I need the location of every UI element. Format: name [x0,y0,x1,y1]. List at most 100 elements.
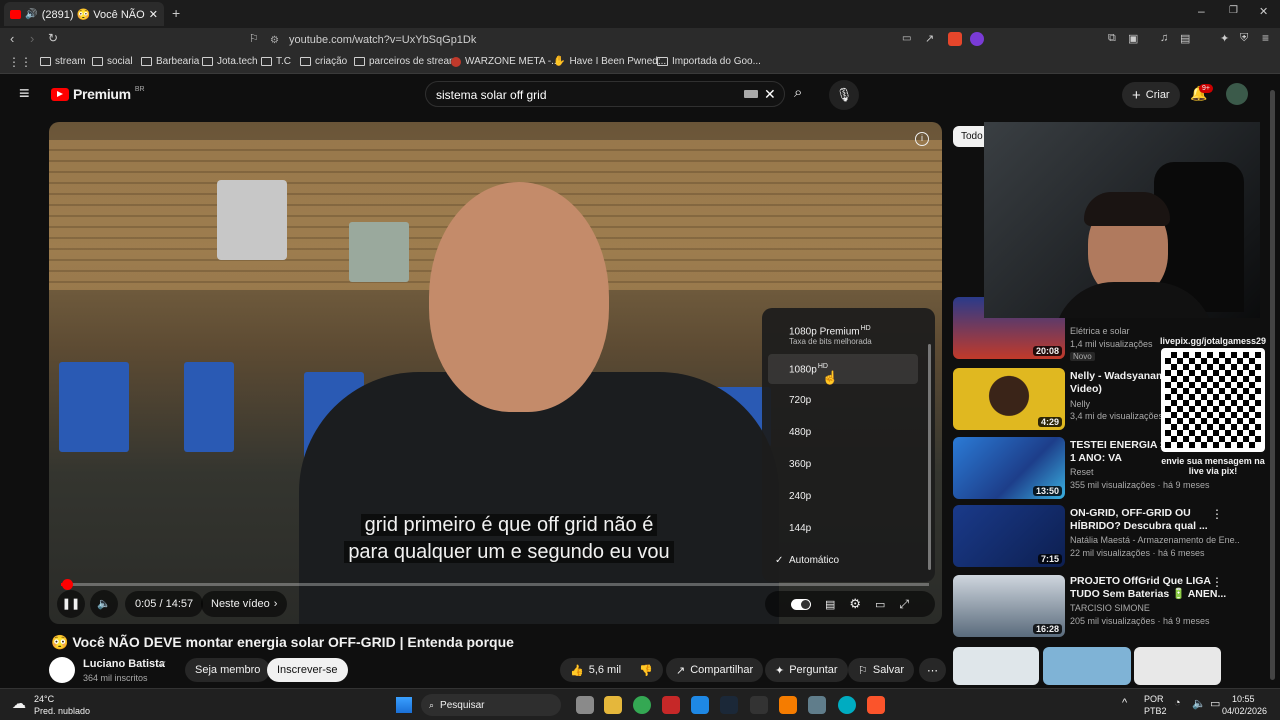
youtube-logo[interactable]: Premium BR [51,86,145,102]
chapter-button[interactable]: Neste vídeo › [201,591,288,617]
hamburger-icon[interactable]: ≡ [19,83,30,104]
progress-bar[interactable] [61,579,929,590]
app-cyan-icon[interactable] [838,696,856,714]
channel-name[interactable]: Luciano Batista [83,658,165,670]
shorts-thumbnail[interactable] [953,647,1039,685]
chrome-icon[interactable] [633,696,651,714]
clock-date[interactable]: 04/02/2026 [1222,706,1267,716]
steam-icon[interactable] [720,696,738,714]
dislike-button[interactable]: 👎 [629,658,663,682]
video-title[interactable]: ON-GRID, OFF-GRID OU HÍBRIDO? Descubra q… [1070,507,1230,533]
video-thumbnail[interactable]: 7:15 [953,505,1065,567]
file-explorer-icon[interactable] [604,696,622,714]
like-button[interactable]: 👍 5,6 mil [560,658,632,682]
bookmark-parceiros[interactable]: parceiros de stream [354,56,457,67]
autoplay-toggle[interactable] [790,598,811,610]
quality-option[interactable]: 144p [789,523,919,543]
app-red-icon[interactable] [662,696,680,714]
miniplayer-icon[interactable]: ▭ [875,598,885,611]
shorts-thumbnail[interactable] [1134,647,1221,685]
quality-option[interactable]: 720p [789,395,919,415]
ask-button[interactable]: ✦ Perguntar [765,658,848,682]
shorts-thumbnail[interactable] [1043,647,1131,685]
site-info-icon[interactable]: ⚙ [270,35,279,46]
bookmark-warzone[interactable]: WARZONE META -... [451,56,559,67]
share-button[interactable]: ↗ Compartilhar [666,658,764,682]
settings-icon[interactable]: ⚙ [849,596,861,612]
page-scrollbar[interactable] [1270,90,1275,680]
lang-label[interactable]: POR [1144,694,1164,704]
close-window-button[interactable]: ✕ [1259,5,1268,18]
url-field[interactable]: ⚙ youtube.com/watch?v=UxYbSqGp1Dk [270,31,930,49]
forward-icon[interactable]: › [30,31,34,46]
volume-icon[interactable]: 🔈 [1192,697,1206,710]
channel-name[interactable]: Natália Maestá - Armazenamento de Ene... [1070,535,1240,545]
bookmark-icon[interactable]: ⚐ [249,32,259,45]
weather-icon[interactable]: ☁ [12,695,26,712]
quality-option[interactable]: 1080pHD [789,363,919,383]
minimize-button[interactable]: – [1198,4,1205,18]
subscribe-button[interactable]: Inscrever-se [267,658,348,682]
quality-option[interactable]: 480p [789,427,919,447]
avatar[interactable] [1226,83,1248,105]
bookmark-importada[interactable]: Importada do Goo... [657,56,761,67]
quality-option[interactable]: 240p [789,491,919,511]
app-blue-icon[interactable] [691,696,709,714]
video-thumbnail[interactable]: 16:28 [953,575,1065,637]
quality-option-premium[interactable]: 1080p PremiumHD Taxa de bits melhorada [789,325,919,346]
video-thumbnail[interactable]: 13:50 [953,437,1065,499]
apps-icon[interactable]: ⋮⋮ [8,55,32,69]
bookmark-stream[interactable]: stream [40,56,86,67]
channel-name[interactable]: TARCISIO SIMONE [1070,603,1240,613]
sidebar-icon[interactable]: ▤ [1180,32,1190,45]
app-gray-icon[interactable] [808,696,826,714]
more-actions-icon[interactable]: ⋮ [1211,507,1223,521]
brave-rewards-icon[interactable] [970,32,984,46]
quality-option-auto[interactable]: Automático [789,555,919,575]
back-icon[interactable]: ‹ [10,31,14,46]
create-button[interactable]: + Criar [1122,82,1180,108]
join-button[interactable]: Seja membro [185,658,271,682]
brave-icon[interactable] [867,696,885,714]
info-icon[interactable]: i [915,132,929,146]
video-thumbnail[interactable]: 4:29 [953,368,1065,430]
pause-button[interactable]: ❚❚ [57,590,85,618]
bookmark-barbearia[interactable]: Barbearia [141,56,199,67]
bookmark-tc[interactable]: T.C [261,56,291,67]
app-orange-icon[interactable] [779,696,797,714]
progress-knob[interactable] [62,579,73,590]
reload-icon[interactable]: ↻ [48,31,58,45]
search-input[interactable]: sistema solar off grid ✕ [425,81,785,107]
new-tab-button[interactable]: + [172,5,180,21]
bookmark-hibp[interactable]: ✋ Have I Been Pwned:... [553,56,669,67]
taskbar-search[interactable]: ⌕ Pesquisar [421,694,561,716]
windows-start-icon[interactable] [396,697,412,713]
menu-scrollbar[interactable] [928,344,931,570]
subtitles-icon[interactable]: ▤ [825,598,835,611]
epic-games-icon[interactable] [750,696,768,714]
battery-icon[interactable]: ▭ [1210,697,1220,710]
bookmark-social[interactable]: social [92,56,133,67]
search-icon[interactable]: ⌕ [794,84,802,101]
media-icon[interactable]: ♫ [1160,32,1168,44]
task-view-icon[interactable] [576,696,594,714]
extensions-icon[interactable]: ⧉ [1108,32,1116,45]
list-item[interactable]: 16:28 PROJETO OffGrid Que LIGA TUDO Sem … [953,575,1273,639]
vpn-icon[interactable]: ⛨ [1240,32,1248,45]
video-title[interactable]: PROJETO OffGrid Que LIGA TUDO Sem Bateri… [1070,575,1230,601]
wallet-icon[interactable]: ▣ [1128,32,1138,45]
tray-chevron-icon[interactable]: ^ [1122,697,1127,709]
save-button[interactable]: ⚐ Salvar [848,658,915,682]
bookmark-criacao[interactable]: criação [300,56,347,67]
share-icon[interactable]: ↗ [925,32,934,45]
more-actions-icon[interactable]: ⋮ [1211,575,1223,589]
wifi-icon[interactable]: ◔ [1174,697,1181,709]
more-button[interactable]: ⋯ [919,658,946,682]
layout-label[interactable]: PTB2 [1144,706,1167,716]
quality-option[interactable]: 360p [789,459,919,479]
clear-search-icon[interactable]: ✕ [764,86,776,103]
fullscreen-icon[interactable]: ⤢ [899,597,909,612]
mic-icon[interactable]: 🎙 [829,80,859,110]
leo-icon[interactable]: ✦ [1220,32,1229,45]
browser-tab[interactable]: 🔊 (2891) 😳 Você NÃO DEVE m ✕ [4,2,164,26]
